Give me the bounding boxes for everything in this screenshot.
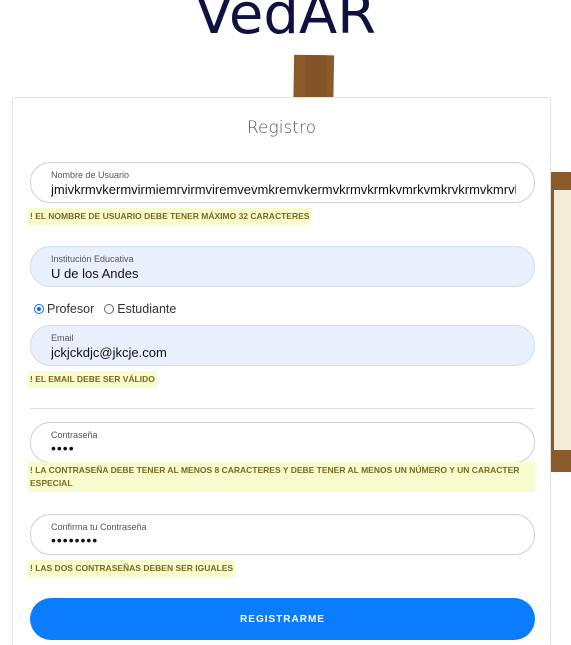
username-value[interactable]: jmivkrmvkermvirmiemrvirmviremvevmkremvke…	[51, 182, 516, 197]
confirm-password-error: ! Las dos contraseñas deben ser iguales	[28, 560, 236, 577]
radio-selected-icon[interactable]	[34, 304, 44, 314]
confirm-password-value[interactable]: ••••••••	[51, 532, 516, 548]
username-error: ! El nombre de usuario debe tener máximo…	[28, 208, 312, 225]
form-title: Registro	[247, 118, 316, 138]
radio-unselected-icon[interactable]	[104, 304, 115, 314]
role-option-profesor[interactable]: Profesor	[34, 302, 94, 316]
institution-field[interactable]: Institución Educativa U de los Andes	[30, 246, 535, 287]
password-field[interactable]: Contraseña ••••	[30, 422, 535, 463]
email-label: Email	[51, 333, 74, 343]
register-button[interactable]: REGISTRARME	[30, 598, 535, 640]
username-field[interactable]: Nombre de Usuario jmivkrmvkermvirmiemrvi…	[30, 162, 535, 203]
email-error: ! El email debe ser válido	[28, 371, 157, 388]
role-label-profesor: Profesor	[47, 302, 95, 316]
password-value[interactable]: ••••	[51, 440, 516, 456]
institution-label: Institución Educativa	[51, 254, 134, 264]
email-value[interactable]: jckjckdjc@jkcje.com	[51, 345, 516, 360]
email-field[interactable]: Email jckjckdjc@jkcje.com	[30, 325, 535, 366]
password-label: Contraseña	[51, 430, 98, 440]
role-option-estudiante[interactable]: Estudiante	[104, 302, 176, 316]
institution-value[interactable]: U de los Andes	[51, 266, 516, 281]
role-label-estudiante: Estudiante	[117, 302, 177, 316]
registration-card: Registro Nombre de Usuario jmivkrmvkermv…	[12, 97, 551, 645]
password-error: ! La contraseña debe tener al menos 8 ca…	[28, 462, 535, 492]
brand-title: VedAR	[194, 0, 377, 47]
divider	[30, 408, 535, 409]
username-label: Nombre de Usuario	[51, 170, 130, 180]
easel-canvas-edge	[554, 190, 571, 450]
confirm-password-label: Confirma tu Contraseña	[51, 522, 147, 532]
role-selector: Profesor Estudiante	[34, 302, 186, 316]
confirm-password-field[interactable]: Confirma tu Contraseña ••••••••	[30, 514, 535, 555]
